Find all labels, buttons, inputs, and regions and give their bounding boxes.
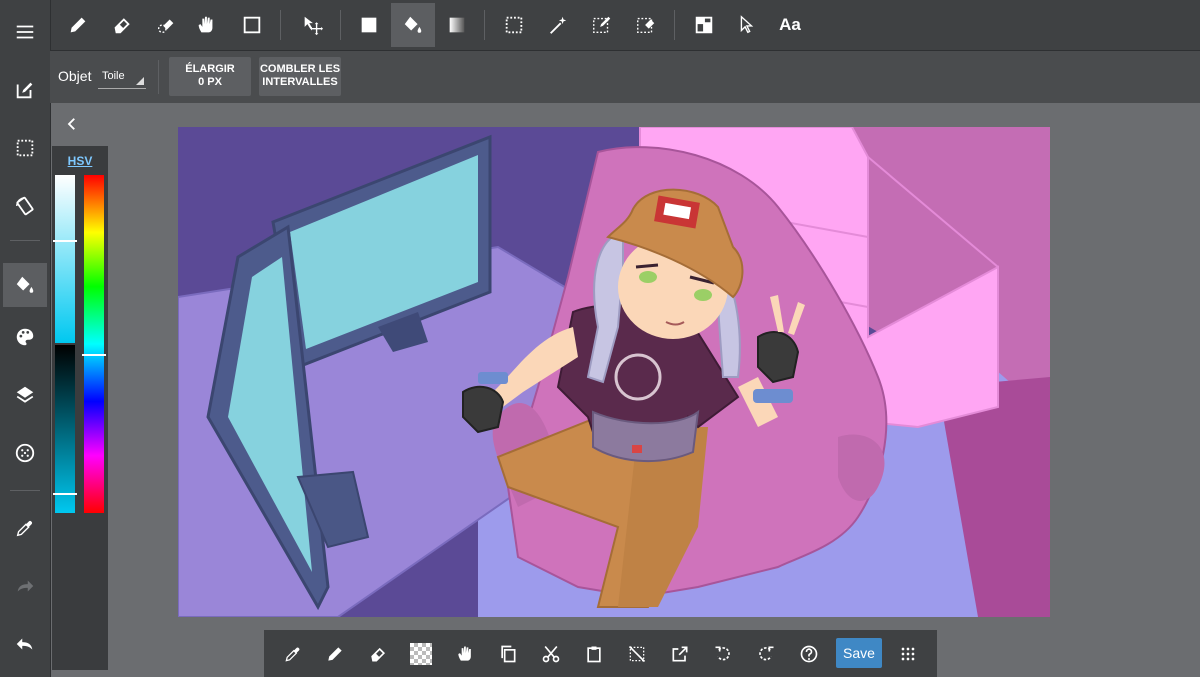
- cut-icon[interactable]: [532, 635, 570, 673]
- hsv-tab[interactable]: HSV: [52, 154, 108, 168]
- hue-handle[interactable]: [82, 354, 106, 356]
- select-eraser-icon[interactable]: [624, 3, 668, 47]
- deselect-icon[interactable]: [618, 635, 656, 673]
- expand-button[interactable]: ÉLARGIR 0 PX: [169, 57, 251, 96]
- toolbar-separator: [158, 60, 159, 94]
- source-select[interactable]: Toile: [98, 66, 146, 89]
- text-icon[interactable]: Aa: [768, 3, 812, 47]
- chevron-left-icon: [67, 118, 75, 130]
- artwork: [178, 127, 1050, 617]
- select-pen-icon[interactable]: [580, 3, 624, 47]
- toolbar-separator: [340, 10, 341, 40]
- bottom-toolbar: Save: [264, 630, 937, 677]
- collapse-panel-button[interactable]: [60, 112, 84, 136]
- redo-icon[interactable]: [3, 564, 47, 608]
- selection-icon[interactable]: [3, 126, 47, 170]
- text-tool-label: Aa: [779, 15, 801, 34]
- dropdown-triangle-icon: [136, 77, 144, 85]
- saturation-handle[interactable]: [53, 240, 77, 242]
- hand-icon[interactable]: [446, 635, 484, 673]
- menu-icon[interactable]: [3, 10, 47, 54]
- expand-label: ÉLARGIR: [185, 63, 235, 75]
- toolbar-separator: [280, 10, 281, 40]
- pencil-icon[interactable]: [316, 635, 354, 673]
- export-icon[interactable]: [661, 635, 699, 673]
- help-icon[interactable]: [790, 635, 828, 673]
- layers-icon[interactable]: [3, 373, 47, 417]
- copy-icon[interactable]: [489, 635, 527, 673]
- rotate-left-icon[interactable]: [704, 635, 742, 673]
- transparent-color-icon[interactable]: [402, 635, 440, 673]
- drawing-canvas[interactable]: [178, 127, 1050, 617]
- layout-icon[interactable]: [682, 3, 726, 47]
- rect-select-icon[interactable]: [492, 3, 536, 47]
- toolbar-separator: [10, 490, 40, 491]
- dots-circle-icon[interactable]: [3, 431, 47, 475]
- left-toolbar: [0, 0, 51, 677]
- pointer-icon[interactable]: [724, 3, 768, 47]
- source-select-value: Toile: [102, 70, 125, 82]
- grid-dots-icon[interactable]: [889, 635, 927, 673]
- hue-slider[interactable]: [84, 175, 104, 513]
- edit-icon[interactable]: [3, 68, 47, 112]
- fill-color-icon[interactable]: [347, 3, 391, 47]
- eyedropper-icon[interactable]: [274, 635, 312, 673]
- transform-icon[interactable]: [3, 184, 47, 228]
- palette-icon[interactable]: [3, 315, 47, 359]
- toolbar-separator: [484, 10, 485, 40]
- save-button[interactable]: Save: [836, 638, 882, 668]
- rectangle-icon[interactable]: [230, 3, 274, 47]
- eyedropper-icon[interactable]: [3, 506, 47, 550]
- eraser-icon[interactable]: [100, 3, 144, 47]
- bucket-icon[interactable]: [3, 263, 47, 307]
- saturation-slider[interactable]: [55, 175, 75, 343]
- gradient-icon[interactable]: [435, 3, 479, 47]
- rotate-right-icon[interactable]: [747, 635, 785, 673]
- object-label: Objet: [58, 68, 92, 84]
- soft-eraser-icon[interactable]: [144, 3, 188, 47]
- undo-icon[interactable]: [3, 622, 47, 666]
- paste-icon[interactable]: [575, 635, 613, 673]
- move-selection-icon[interactable]: [290, 3, 334, 47]
- eraser-icon[interactable]: [359, 635, 397, 673]
- expand-value: 0 PX: [198, 76, 222, 88]
- fill-gaps-button[interactable]: COMBLER LES INTERVALLES: [259, 57, 341, 96]
- fill-gaps-label: COMBLER LES INTERVALLES: [259, 63, 341, 88]
- hand-icon[interactable]: [184, 3, 228, 47]
- toolbar-separator: [674, 10, 675, 40]
- magic-wand-icon[interactable]: [536, 3, 580, 47]
- toolbar-separator: [10, 240, 40, 241]
- top-toolbar: Aa: [0, 0, 1200, 50]
- pencil-icon[interactable]: [56, 3, 100, 47]
- bucket-icon[interactable]: [391, 3, 435, 47]
- value-slider[interactable]: [55, 345, 75, 513]
- value-handle[interactable]: [53, 493, 77, 495]
